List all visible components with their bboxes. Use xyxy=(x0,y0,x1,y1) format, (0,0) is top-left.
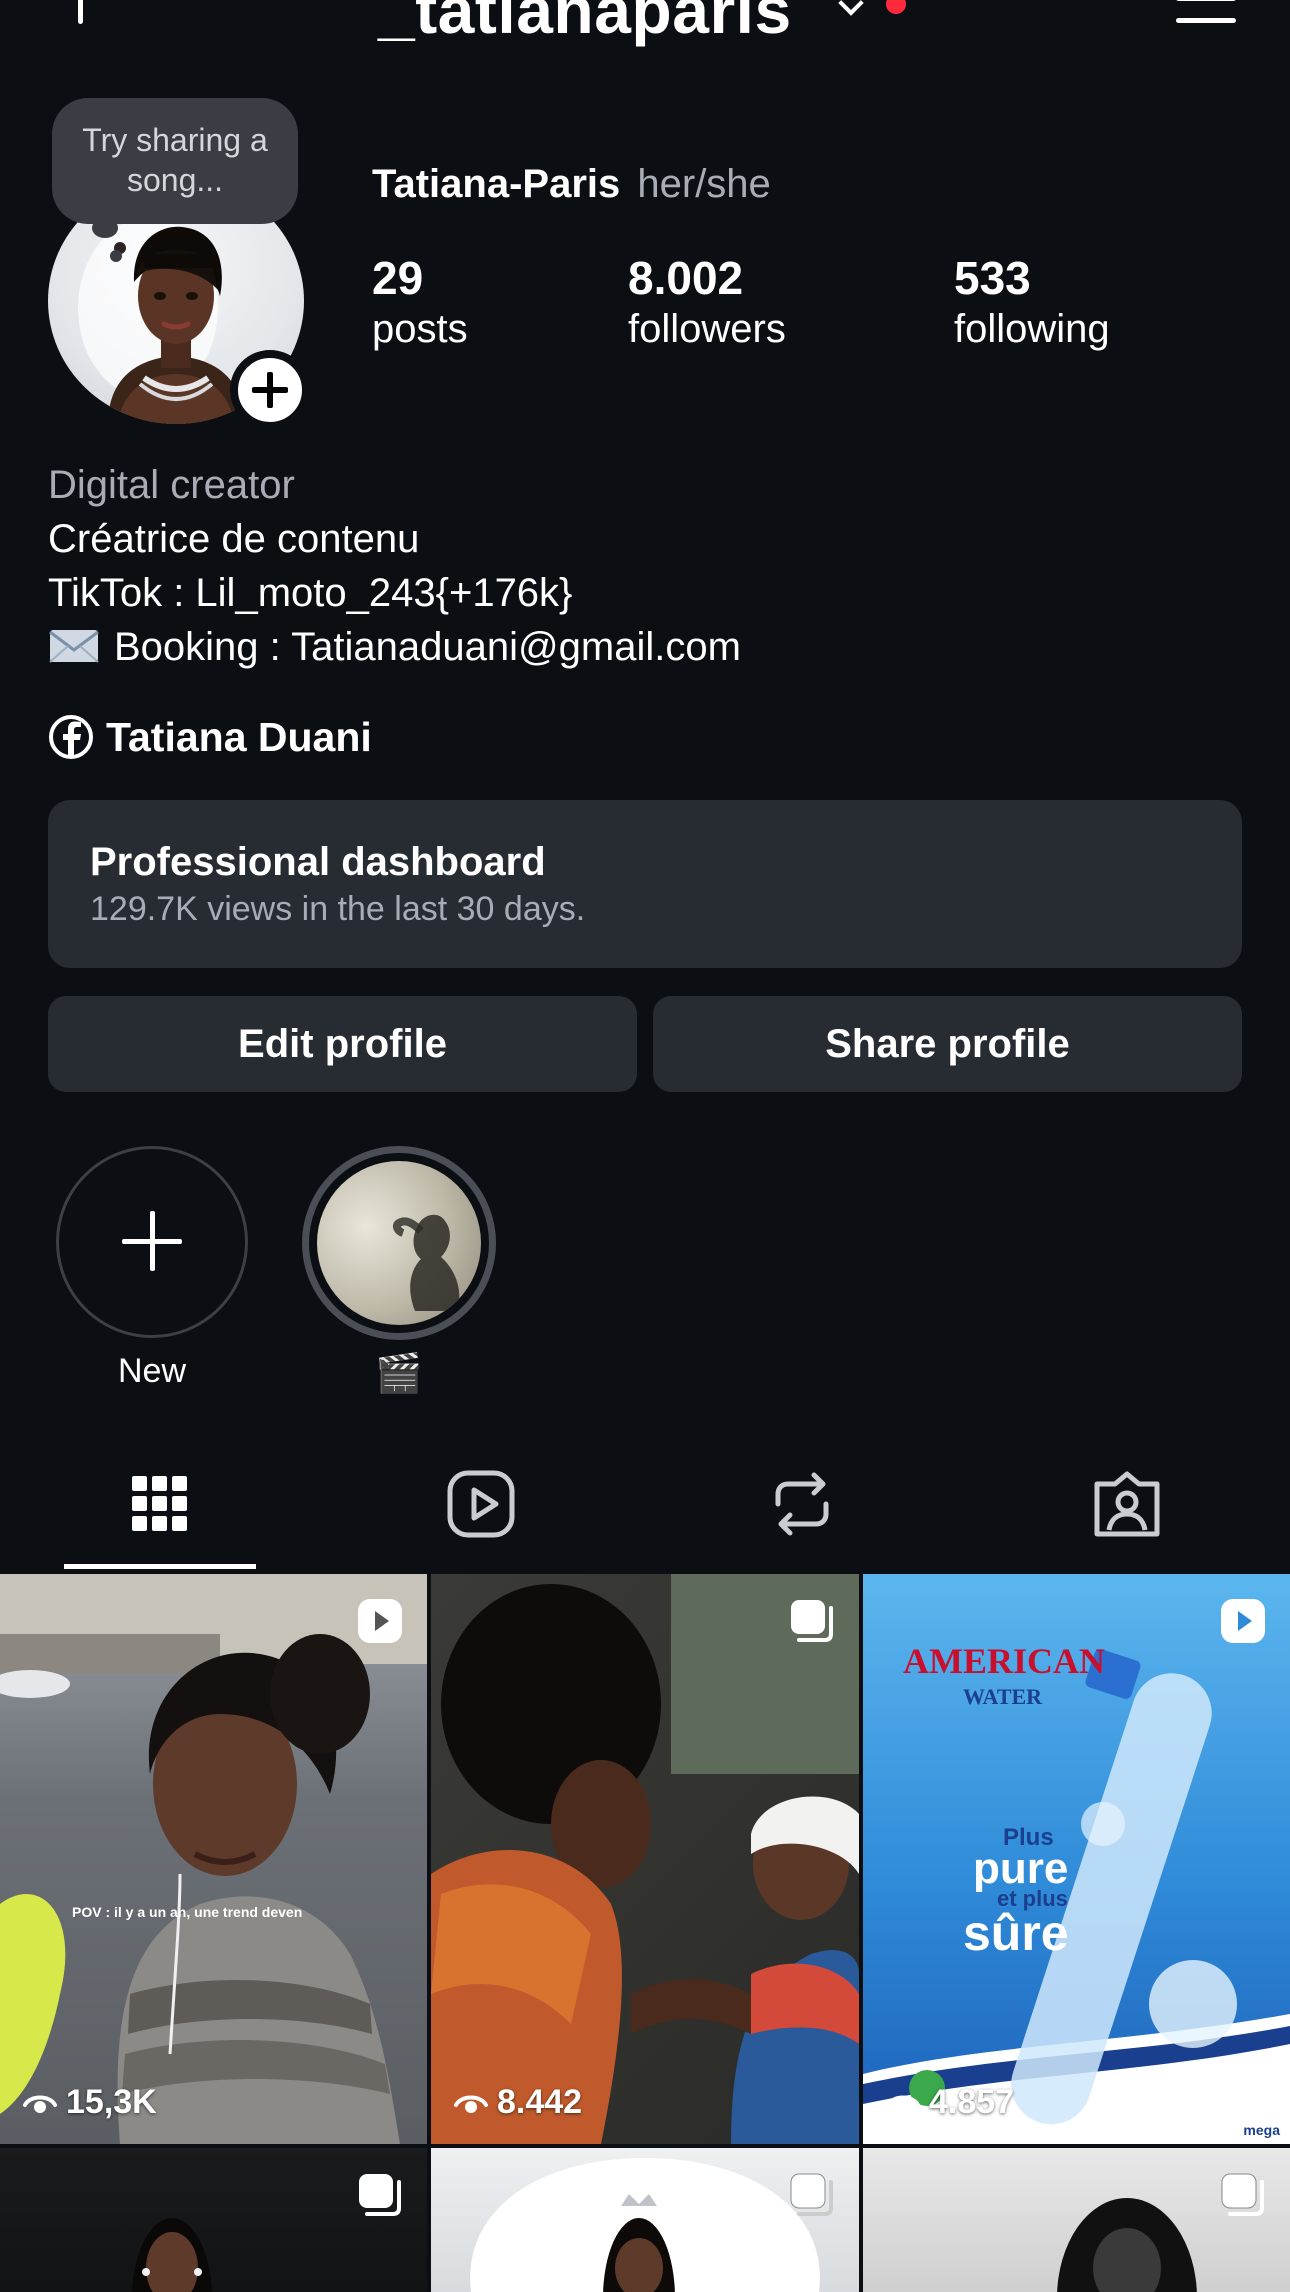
share-profile-button[interactable]: Share profile xyxy=(653,996,1242,1092)
create-plus-icon[interactable] xyxy=(48,0,112,38)
highlight-label-clapper: 🎬 xyxy=(375,1353,423,1395)
bio-line-booking: Booking : Tatianaduani@gmail.com xyxy=(48,620,741,674)
reposts-icon[interactable] xyxy=(762,1464,842,1544)
post-caption-overlay: POV : il y a un an, une trend deven xyxy=(72,1904,303,1920)
brand-name: AMERICAN xyxy=(903,1641,1105,1681)
tagged-icon[interactable] xyxy=(1087,1464,1167,1544)
carousel-icon xyxy=(359,2174,401,2216)
eye-icon xyxy=(886,2095,920,2113)
pronouns: her/she xyxy=(637,162,771,206)
menu-icon[interactable] xyxy=(1176,0,1236,24)
new-highlight-button[interactable] xyxy=(56,1146,248,1338)
view-count-value: 8.442 xyxy=(497,2083,583,2121)
notification-dot xyxy=(886,0,906,14)
stat-value: 29 xyxy=(372,252,424,304)
stat-value: 533 xyxy=(954,252,1031,304)
facebook-link-label: Tatiana Duani xyxy=(106,713,372,760)
highlight-label-new: New xyxy=(117,1352,187,1390)
reels-icon[interactable] xyxy=(441,1464,521,1544)
note-bubble[interactable]: Try sharing a song... xyxy=(52,98,298,224)
profile-username[interactable]: _tatianaparis xyxy=(378,0,792,48)
stat-following[interactable]: 533 following xyxy=(954,250,1110,352)
add-story-plus-icon[interactable] xyxy=(230,350,310,430)
booking-email[interactable]: Booking : Tatianaduani@gmail.com xyxy=(114,625,741,669)
stat-label: followers xyxy=(628,307,786,351)
top-bar: _tatianaparis xyxy=(0,0,1290,47)
envelope-icon xyxy=(49,630,99,663)
bio: Digital creator Créatrice de contenu Tik… xyxy=(48,458,741,674)
stat-posts[interactable]: 29 posts xyxy=(372,250,468,352)
facebook-icon xyxy=(49,715,93,759)
stat-followers[interactable]: 8.002 followers xyxy=(628,250,786,352)
post-tile[interactable]: POV : il y a un an, une trend deven 15,3… xyxy=(0,1574,427,2144)
facebook-link[interactable]: Tatiana Duani xyxy=(48,712,372,762)
view-count-value: 4.857 xyxy=(929,2083,1015,2121)
eye-icon xyxy=(454,2095,488,2113)
dashboard-subtitle: 129.7K views in the last 30 days. xyxy=(90,890,586,928)
highlight-story[interactable] xyxy=(302,1146,496,1340)
post-tile[interactable] xyxy=(431,2148,859,2292)
active-tab-indicator xyxy=(64,1564,256,1569)
reel-icon xyxy=(1221,1599,1265,1643)
footer-logo: mega xyxy=(1243,2122,1280,2138)
view-count-value: 15,3K xyxy=(66,2083,157,2121)
post-tile[interactable] xyxy=(863,2148,1290,2292)
carousel-icon xyxy=(791,1600,833,1642)
note-bubble-tail-dot xyxy=(110,250,122,262)
brand-subtitle: WATER xyxy=(963,1684,1043,1709)
view-count: 8.442 xyxy=(453,2083,582,2122)
note-bubble-tail xyxy=(92,218,118,238)
eye-icon xyxy=(23,2095,57,2113)
tagline-sure: sûre xyxy=(963,1905,1069,1961)
stat-label: following xyxy=(954,307,1110,351)
view-count: 4.857 xyxy=(885,2083,1014,2122)
category-label: Digital creator xyxy=(48,463,295,507)
chevron-down-icon[interactable] xyxy=(838,0,864,16)
carousel-icon xyxy=(1221,2173,1264,2216)
grid-icon[interactable] xyxy=(120,1464,200,1544)
name-line: Tatiana-Paris her/she xyxy=(372,162,771,207)
bio-line: Créatrice de contenu xyxy=(48,517,420,561)
highlight-thumbnail xyxy=(317,1161,481,1325)
stat-value: 8.002 xyxy=(628,252,744,304)
posts-grid: POV : il y a un an, une trend deven 15,3… xyxy=(0,1574,1290,2292)
edit-profile-button[interactable]: Edit profile xyxy=(48,996,637,1092)
professional-dashboard[interactable]: Professional dashboard 129.7K views in t… xyxy=(48,800,1242,968)
post-tile[interactable] xyxy=(0,2148,427,2292)
reel-icon xyxy=(358,1599,402,1643)
stat-label: posts xyxy=(372,307,468,351)
carousel-icon xyxy=(790,2173,833,2216)
post-tile[interactable]: AMERICAN WATER Plus pure et plus sûre me… xyxy=(863,1574,1290,2144)
bio-line: TikTok : Lil_moto_243{+176k} xyxy=(48,571,573,615)
view-count: 15,3K xyxy=(22,2083,157,2122)
post-tile[interactable]: 8.442 xyxy=(431,1574,859,2144)
dashboard-title: Professional dashboard xyxy=(90,840,546,884)
display-name: Tatiana-Paris xyxy=(372,162,621,206)
